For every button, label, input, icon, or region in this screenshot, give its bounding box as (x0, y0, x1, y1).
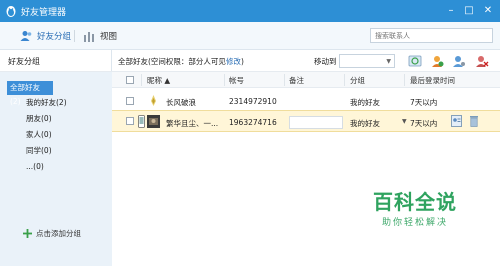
friend-nickname: 繁华且尘、一... (166, 119, 219, 128)
minimize-icon[interactable]: – (443, 3, 459, 19)
toolbar-divider (74, 30, 75, 42)
row-checkbox[interactable] (126, 117, 134, 125)
column-divider (284, 74, 285, 86)
chevron-down-icon: ▼ (386, 58, 391, 65)
avatar (147, 115, 160, 128)
add-group-label: 点击添加分组 (36, 229, 81, 238)
avatar (151, 95, 156, 106)
friend-group-button[interactable]: 好友分组 (19, 29, 71, 43)
table-header: 昵称 ▲ 帐号 备注 分组 最后登录时间 (112, 72, 500, 88)
search-input[interactable] (370, 28, 493, 43)
friend-last-login: 7天以内 (410, 119, 438, 128)
column-header-last-login[interactable]: 最后登录时间 (410, 75, 455, 86)
group-dropdown-arrow-icon[interactable]: ▼ (402, 118, 407, 125)
note-input[interactable] (289, 116, 343, 129)
title-bar: 好友管理器 – □ ✕ (0, 0, 500, 22)
friend-account: 1963274716 (229, 118, 277, 127)
bar-view-icon (84, 32, 94, 42)
refresh-icon[interactable] (408, 54, 422, 68)
group-item-family[interactable]: 家人(0) (26, 128, 52, 142)
user-settings-icon[interactable] (452, 54, 466, 68)
sidebar-title: 好友分组 (0, 50, 112, 72)
permission-modify-link[interactable]: 修改 (226, 57, 241, 66)
group-item-all[interactable]: 全部好友(2) (7, 81, 53, 106)
permission-close-paren: ) (240, 57, 244, 66)
add-friend-icon[interactable] (430, 54, 444, 68)
column-divider (141, 74, 142, 86)
permission-label: 全部好友(空间权限：部分人可见 (118, 57, 226, 66)
window-title: 好友管理器 (21, 8, 67, 18)
column-header-account[interactable]: 帐号 (229, 75, 244, 86)
permission-text: 全部好友(空间权限：部分人可见修改) (118, 56, 244, 67)
group-item-friends[interactable]: 朋友(0) (26, 112, 52, 126)
move-to-label: 移动到 (314, 57, 337, 66)
profile-card-icon[interactable] (451, 115, 462, 127)
friend-group: 我的好友 (350, 98, 380, 107)
permission-bar: 全部好友(空间权限：部分人可见修改) 移动到 ▼ (112, 50, 500, 72)
friend-account: 2314972910 (229, 97, 277, 106)
toolbar: 好友分组 视图 (0, 22, 500, 50)
group-list: 全部好友(2) 我的好友(2) 朋友(0) 家人(0) 同学(0) ...(0)… (0, 72, 112, 266)
group-item-my-friends[interactable]: 我的好友(2) (26, 96, 67, 110)
sidebar: 好友分组 全部好友(2) 我的好友(2) 朋友(0) 家人(0) 同学(0) .… (0, 50, 112, 266)
row-checkbox[interactable] (126, 97, 134, 105)
delete-friend-icon[interactable] (475, 54, 489, 68)
friend-last-login: 7天以内 (410, 98, 438, 107)
user-group-icon (20, 31, 32, 41)
watermark-subtitle: 助你轻松解决 (381, 218, 448, 228)
qq-penguin-icon (6, 6, 16, 17)
group-item-classmates[interactable]: 同学(0) (26, 144, 52, 158)
trash-icon[interactable] (469, 115, 479, 127)
friend-group: 我的好友 (350, 119, 380, 128)
friend-group-label: 好友分组 (37, 32, 72, 42)
plus-icon (23, 229, 32, 238)
view-label: 视图 (100, 32, 118, 42)
column-header-nickname[interactable]: 昵称 ▲ (147, 75, 170, 86)
phone-icon (138, 115, 145, 128)
watermark-title: 百科全说 (373, 190, 457, 214)
maximize-icon[interactable]: □ (461, 3, 477, 19)
close-icon[interactable]: ✕ (480, 3, 496, 19)
view-button[interactable]: 视图 (82, 29, 117, 43)
table-row[interactable]: 长风破浪 2314972910 我的好友 7天以内 (112, 90, 500, 112)
group-item-other[interactable]: ...(0) (26, 160, 44, 174)
friend-list-panel: 全部好友(空间权限：部分人可见修改) 移动到 ▼ 昵称 ▲ 帐号 备注 分组 最… (112, 50, 500, 266)
watermark: 百科全说 助你轻松解决 (367, 191, 463, 228)
add-group-button[interactable]: 点击添加分组 (23, 228, 81, 239)
column-header-group[interactable]: 分组 (350, 75, 365, 86)
column-header-note[interactable]: 备注 (289, 75, 304, 86)
table-row-selected[interactable]: 繁华且尘、一... 1963274716 我的好友 ▼ 7天以内 (112, 110, 500, 132)
move-to-dropdown[interactable]: ▼ (339, 54, 395, 68)
column-divider (404, 74, 405, 86)
column-divider (344, 74, 345, 86)
column-divider (224, 74, 225, 86)
select-all-checkbox[interactable] (126, 76, 134, 84)
friend-nickname: 长风破浪 (166, 98, 196, 107)
